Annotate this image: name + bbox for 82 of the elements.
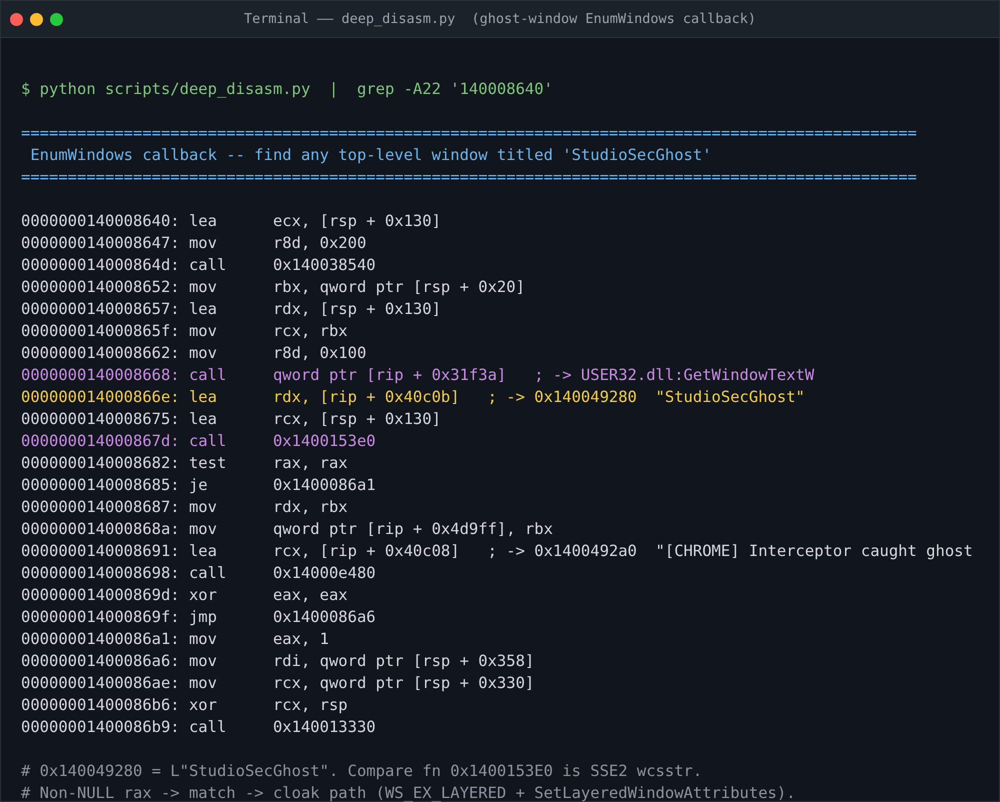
code-address: 00000001400086b9: (21, 717, 180, 738)
code-operands: rax, rax (272, 453, 348, 474)
code-operands: 0x1400153e0 (272, 431, 376, 452)
code-operands: rbx, qword ptr [rsp + 0x20] (272, 277, 525, 298)
code-mnemonic: mov (188, 651, 217, 672)
code-mnemonic: mov (188, 629, 217, 650)
code-mnemonic: call (188, 255, 226, 276)
code-address: 0000000140008652: (21, 277, 180, 298)
code-operands: 0x140013330 (272, 717, 376, 738)
code-mnemonic: lea (188, 387, 217, 408)
code-operands: qword ptr [rip + 0x4d9ff], rbx (272, 519, 553, 540)
code-operands: rcx, [rip + 0x40c08] ; -> 0x1400492a0 "[CHROME] Interceptor caught ghost (272, 541, 973, 562)
code-mnemonic: je (188, 475, 208, 496)
code-address: 0000000140008647: (21, 233, 180, 254)
code-address: 0000000140008691: (21, 541, 180, 562)
code-address: 0000000140008685: (21, 475, 180, 496)
code-address: 0000000140008640: (21, 211, 180, 232)
code-operands: r8d, 0x100 (272, 343, 366, 364)
code-address: 0000000140008682: (21, 453, 180, 474)
code-address: 00000001400086a1: (21, 629, 180, 650)
code-operands: 0x1400086a1 (272, 475, 376, 496)
code-operands: r8d, 0x200 (272, 233, 366, 254)
maximize-button[interactable] (50, 12, 63, 26)
code-mnemonic: xor (188, 585, 217, 606)
code-address: 000000014000869f: (21, 607, 180, 628)
code-address: 000000014000864d: (21, 255, 180, 276)
code-address: 0000000140008668: (21, 365, 180, 386)
code-mnemonic: call (188, 717, 226, 738)
code-operands: rdx, [rip + 0x40c0b] ; -> 0x140049280 "StudioSecGhost" (272, 387, 805, 408)
code-mnemonic: lea (188, 409, 217, 430)
code-address: 0000000140008698: (21, 563, 180, 584)
code-operands: 0x1400086a6 (272, 607, 376, 628)
code-mnemonic: mov (188, 673, 217, 694)
code-operands: 0x14000e480 (272, 563, 376, 584)
minimize-button[interactable] (30, 12, 43, 26)
code-mnemonic: lea (188, 299, 217, 320)
command-line: $ python scripts/deep_disasm.py | grep -A22 '140008640' (21, 79, 553, 100)
separator-line: ================================================================================================ (21, 123, 917, 144)
code-operands: rcx, qword ptr [rsp + 0x330] (272, 673, 534, 694)
close-button[interactable] (10, 12, 23, 26)
separator-line: ================================================================================================ (21, 167, 917, 188)
code-comment: # 0x140049280 = L"StudioSecGhost". Compare fn 0x1400153E0 is SSE2 wcsstr. (21, 761, 702, 782)
code-mnemonic: xor (188, 695, 217, 716)
code-operands: rdx, [rsp + 0x130] (272, 299, 441, 320)
code-operands: rcx, rbx (272, 321, 348, 342)
code-operands: qword ptr [rip + 0x31f3a] ; -> USER32.dll:GetWindowTextW (272, 365, 814, 386)
code-operands: eax, eax (272, 585, 348, 606)
code-mnemonic: mov (188, 343, 217, 364)
code-address: 0000000140008687: (21, 497, 180, 518)
code-address: 00000001400086ae: (21, 673, 180, 694)
code-operands: rdx, rbx (272, 497, 348, 518)
code-mnemonic: lea (188, 211, 217, 232)
code-address: 000000014000866e: (21, 387, 180, 408)
code-address: 0000000140008675: (21, 409, 180, 430)
code-mnemonic: mov (188, 497, 217, 518)
code-operands: eax, 1 (272, 629, 329, 650)
code-mnemonic: mov (188, 519, 217, 540)
code-mnemonic: call (188, 563, 226, 584)
code-address: 000000014000865f: (21, 321, 180, 342)
code-mnemonic: call (188, 431, 226, 452)
code-operands: 0x140038540 (272, 255, 376, 276)
code-operands: rcx, rsp (272, 695, 348, 716)
code-address: 000000014000868a: (21, 519, 180, 540)
code-address: 000000014000867d: (21, 431, 180, 452)
code-address: 0000000140008657: (21, 299, 180, 320)
code-mnemonic: test (188, 453, 226, 474)
code-address: 000000014000869d: (21, 585, 180, 606)
code-mnemonic: mov (188, 277, 217, 298)
code-operands: rcx, [rsp + 0x130] (272, 409, 441, 430)
window-title: Terminal —— deep_disasm.py (ghost-window EnumWindows callback) (244, 11, 756, 27)
code-operands: rdi, qword ptr [rsp + 0x358] (272, 651, 534, 672)
code-address: 0000000140008662: (21, 343, 180, 364)
banner-heading: EnumWindows callback -- find any top-level window titled 'StudioSecGhost' (29, 145, 712, 166)
code-comment: # Non-NULL rax -> match -> cloak path (WS_EX_LAYERED + SetLayeredWindowAttributes). (21, 783, 796, 802)
code-operands: ecx, [rsp + 0x130] (272, 211, 441, 232)
code-mnemonic: lea (188, 541, 217, 562)
code-mnemonic: mov (188, 233, 217, 254)
code-address: 00000001400086b6: (21, 695, 180, 716)
code-mnemonic: call (188, 365, 226, 386)
code-mnemonic: jmp (188, 607, 217, 628)
code-mnemonic: mov (188, 321, 217, 342)
code-address: 00000001400086a6: (21, 651, 180, 672)
